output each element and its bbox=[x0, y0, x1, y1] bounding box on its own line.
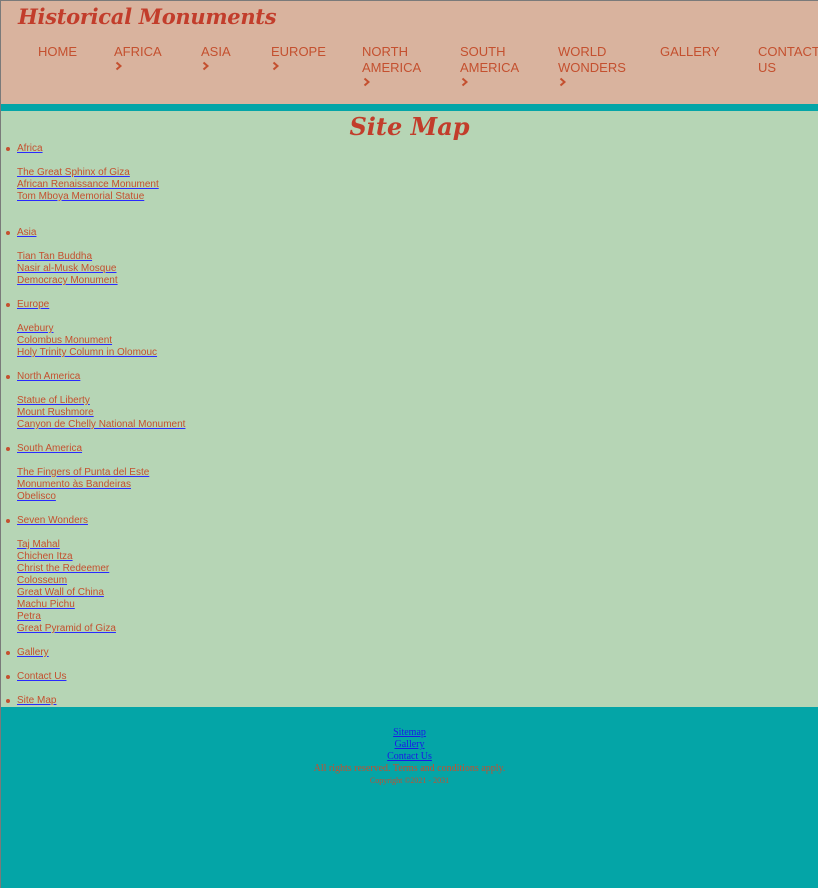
bullet-icon bbox=[6, 675, 10, 679]
sitemap-section-link[interactable]: Site Map bbox=[17, 695, 56, 707]
page-title: Site Map bbox=[349, 112, 470, 141]
chevron-right-icon bbox=[363, 77, 371, 87]
footer-spacer bbox=[1, 707, 818, 727]
sitemap-sublink[interactable]: Obelisco bbox=[17, 491, 56, 503]
nav-label: WORLD bbox=[558, 44, 607, 59]
nav-item-south-america[interactable]: SOUTH AMERICA bbox=[460, 44, 519, 87]
nav-label-line2: WONDERS bbox=[558, 60, 626, 75]
bullet-icon bbox=[6, 699, 10, 703]
sitemap-sublink[interactable]: Colosseum bbox=[17, 575, 67, 587]
sitemap-section-link[interactable]: South America bbox=[17, 443, 82, 455]
sitemap-sublink[interactable]: Holy Trinity Column in Olomouc bbox=[17, 347, 157, 359]
sitemap-section: Seven Wonders Taj Mahal Chichen Itza Christ… bbox=[1, 515, 185, 635]
sitemap-section: South America The Fingers of Punta del Es… bbox=[1, 443, 185, 503]
sitemap-section-link[interactable]: Asia bbox=[17, 227, 36, 239]
sitemap-sublink[interactable]: Machu Pichu bbox=[17, 599, 75, 611]
site-header: Historical Monuments HOME AFRICA ASIA EUROP… bbox=[1, 1, 818, 104]
nav-label: HOME bbox=[38, 44, 77, 59]
bullet-icon bbox=[6, 651, 10, 655]
chevron-right-icon bbox=[461, 77, 469, 87]
sitemap-section-link[interactable]: Seven Wonders bbox=[17, 515, 88, 527]
chevron-right-icon bbox=[272, 61, 280, 71]
footer-link-contact[interactable]: Contact Us bbox=[1, 751, 818, 763]
bullet-icon bbox=[6, 147, 10, 151]
bullet-icon bbox=[6, 303, 10, 307]
sitemap-sublink[interactable]: Canyon de Chelly National Monument bbox=[17, 419, 185, 431]
nav-item-world-wonders[interactable]: WORLD WONDERS bbox=[558, 44, 626, 87]
sitemap-section: North America Statue of Liberty Mount Rush… bbox=[1, 371, 185, 431]
nav-label-line2: AMERICA bbox=[460, 60, 520, 75]
sitemap-section: Site Map bbox=[1, 695, 185, 707]
sitemap-sublink[interactable]: Democracy Monument bbox=[17, 275, 118, 287]
chevron-right-icon bbox=[559, 77, 567, 87]
nav-item-europe[interactable]: EUROPE bbox=[271, 44, 326, 71]
sitemap-sublink[interactable]: Tian Tan Buddha bbox=[17, 251, 92, 263]
sitemap-list: Africa The Great Sphinx of Giza African Re… bbox=[1, 143, 185, 719]
sitemap-section: Contact Us bbox=[1, 671, 185, 683]
sitemap-sublink[interactable]: The Great Sphinx of Giza bbox=[17, 167, 130, 179]
footer-link-sitemap[interactable]: Sitemap bbox=[1, 727, 818, 739]
site-logo[interactable]: Historical Monuments bbox=[18, 4, 277, 29]
header-divider bbox=[1, 104, 818, 111]
nav-label: SOUTH bbox=[460, 44, 506, 59]
footer-link-gallery[interactable]: Gallery bbox=[1, 739, 818, 751]
nav-label: ASIA bbox=[201, 44, 231, 59]
nav-label: GALLERY bbox=[660, 44, 720, 59]
main-content: Site Map Africa The Great Sphinx of Giza A… bbox=[1, 111, 818, 707]
sitemap-sublink[interactable]: Tom Mboya Memorial Statue bbox=[17, 191, 144, 203]
sitemap-section: Africa The Great Sphinx of Giza African Re… bbox=[1, 143, 185, 215]
nav-item-africa[interactable]: AFRICA bbox=[114, 44, 162, 71]
nav-label-line2: AMERICA bbox=[362, 60, 422, 75]
site-footer: Sitemap Gallery Contact Us All rights re… bbox=[1, 707, 818, 787]
nav-label: AFRICA bbox=[114, 44, 162, 59]
nav-label-line2: US bbox=[758, 60, 777, 75]
nav-item-north-america[interactable]: NORTH AMERICA bbox=[362, 44, 421, 87]
sitemap-sublink[interactable]: Colombus Monument bbox=[17, 335, 112, 347]
sitemap-sublink[interactable]: African Renaissance Monument bbox=[17, 179, 159, 191]
sitemap-sublinks: Statue of Liberty Mount Rushmore Canyon de… bbox=[17, 395, 185, 431]
sitemap-sublink[interactable]: Nasir al-Musk Mosque bbox=[17, 263, 116, 275]
sitemap-sublinks: Tian Tan Buddha Nasir al-Musk Mosque Democ… bbox=[17, 251, 185, 287]
sitemap-section: Europe Avebury Colombus Monument Holy Trini… bbox=[1, 299, 185, 359]
sitemap-section-link[interactable]: Gallery bbox=[17, 647, 49, 659]
sitemap-sublink[interactable]: Statue of Liberty bbox=[17, 395, 90, 407]
sitemap-sublink[interactable]: Great Pyramid of Giza bbox=[17, 623, 116, 635]
nav-label: NORTH bbox=[362, 44, 408, 59]
sitemap-section-link[interactable]: Africa bbox=[17, 143, 43, 155]
sitemap-sublinks: Avebury Colombus Monument Holy Trinity Col… bbox=[17, 323, 185, 359]
sitemap-sublinks: Taj Mahal Chichen Itza Christ the Redeemer… bbox=[17, 539, 185, 635]
nav-label: CONTACT bbox=[758, 44, 818, 59]
bullet-icon bbox=[6, 231, 10, 235]
sitemap-section-link[interactable]: Contact Us bbox=[17, 671, 66, 683]
sitemap-sublink[interactable]: The Fingers of Punta del Este bbox=[17, 467, 149, 479]
sitemap-section-link[interactable]: Europe bbox=[17, 299, 49, 311]
bullet-icon bbox=[6, 375, 10, 379]
sitemap-section: Asia Tian Tan Buddha Nasir al-Musk Mosque D… bbox=[1, 227, 185, 287]
nav-item-gallery[interactable]: GALLERY bbox=[660, 44, 720, 60]
sitemap-sublink[interactable]: Mount Rushmore bbox=[17, 407, 94, 419]
sitemap-sublink[interactable]: Avebury bbox=[17, 323, 54, 335]
sitemap-sublink[interactable]: Chichen Itza bbox=[17, 551, 73, 563]
sitemap-sublink[interactable]: Taj Mahal bbox=[17, 539, 60, 551]
bullet-icon bbox=[6, 519, 10, 523]
sitemap-sublinks: The Great Sphinx of Giza African Renaissa… bbox=[17, 167, 185, 203]
sitemap-sublink[interactable]: Monumento às Bandeiras bbox=[17, 479, 131, 491]
chevron-right-icon bbox=[202, 61, 210, 71]
nav-label: EUROPE bbox=[271, 44, 326, 59]
sitemap-sublink[interactable]: Petra bbox=[17, 611, 41, 623]
sitemap-sublinks: The Fingers of Punta del Este Monumento à… bbox=[17, 467, 185, 503]
footer-copyright: Copyright ©2021 - 2031 bbox=[369, 776, 450, 785]
nav-item-contact-us[interactable]: CONTACT US bbox=[758, 44, 818, 76]
sitemap-section: Gallery bbox=[1, 647, 185, 659]
nav-item-asia[interactable]: ASIA bbox=[201, 44, 231, 71]
chevron-right-icon bbox=[115, 61, 123, 71]
sitemap-sublink[interactable]: Christ the Redeemer bbox=[17, 563, 109, 575]
bullet-icon bbox=[6, 447, 10, 451]
sitemap-section-link[interactable]: North America bbox=[17, 371, 80, 383]
sitemap-sublink[interactable]: Great Wall of China bbox=[17, 587, 104, 599]
nav-item-home[interactable]: HOME bbox=[38, 44, 77, 60]
footer-rights: All rights reserved. Terms and condition… bbox=[313, 763, 506, 774]
